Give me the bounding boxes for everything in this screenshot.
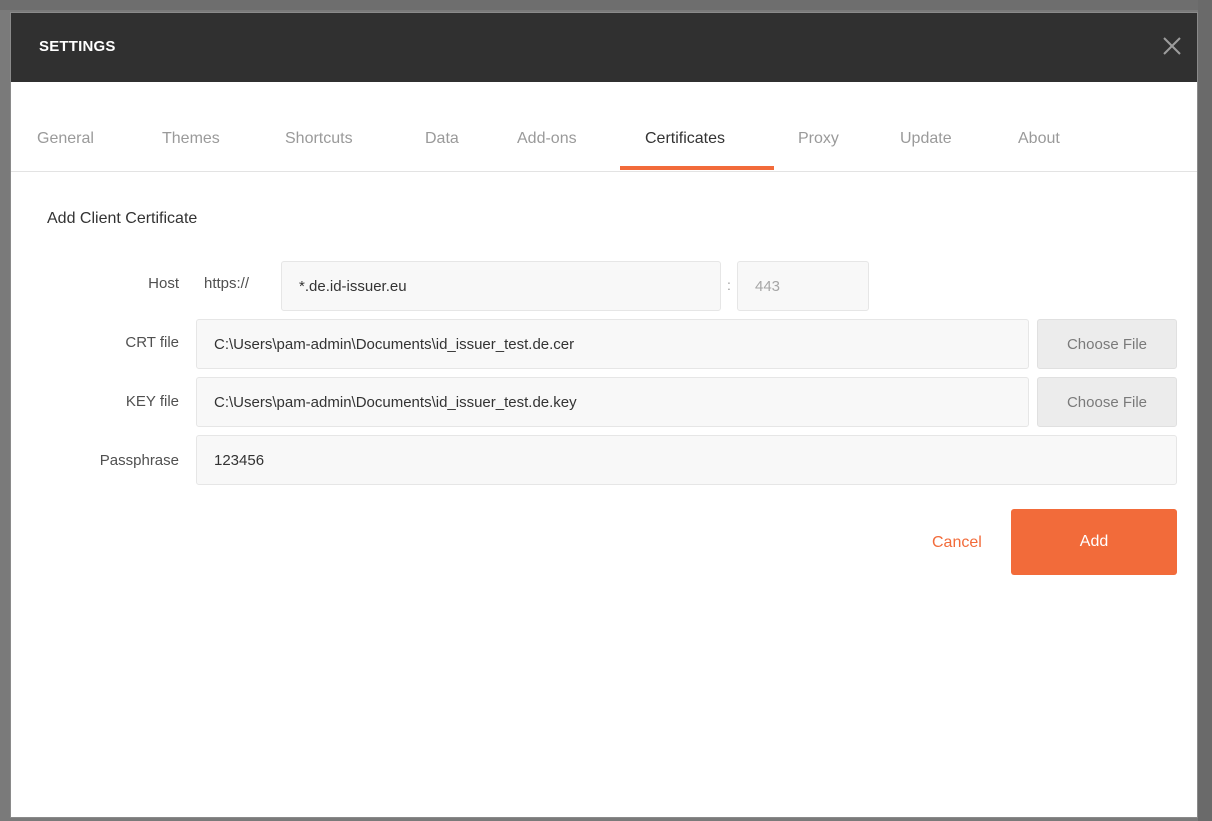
add-button[interactable]: Add xyxy=(1011,509,1177,575)
tab-themes[interactable]: Themes xyxy=(162,130,220,170)
host-input[interactable]: *.de.id-issuer.eu xyxy=(281,261,721,311)
crt-file-input[interactable]: C:\Users\pam-admin\Documents\id_issuer_t… xyxy=(196,319,1029,369)
key-file-input[interactable]: C:\Users\pam-admin\Documents\id_issuer_t… xyxy=(196,377,1029,427)
tab-shortcuts[interactable]: Shortcuts xyxy=(285,130,353,170)
dialog-title: SETTINGS xyxy=(39,38,116,55)
passphrase-input[interactable]: 123456 xyxy=(196,435,1177,485)
tab-data[interactable]: Data xyxy=(425,130,459,170)
close-icon[interactable] xyxy=(1161,35,1183,57)
cancel-button[interactable]: Cancel xyxy=(932,534,982,552)
key-label: KEY file xyxy=(125,393,179,410)
tab-proxy[interactable]: Proxy xyxy=(798,130,839,170)
settings-tabs: General Themes Shortcuts Data Add-ons Ce… xyxy=(11,82,1197,172)
dialog-titlebar: SETTINGS xyxy=(11,13,1197,82)
crt-choose-file-button[interactable]: Choose File xyxy=(1037,319,1177,369)
active-tab-indicator xyxy=(620,166,774,170)
key-choose-file-button[interactable]: Choose File xyxy=(1037,377,1177,427)
tab-about[interactable]: About xyxy=(1018,130,1060,170)
tab-update[interactable]: Update xyxy=(900,130,952,170)
host-label: Host xyxy=(148,275,179,292)
section-title: Add Client Certificate xyxy=(47,210,198,227)
port-separator: : xyxy=(727,277,731,293)
backdrop xyxy=(0,0,1212,10)
settings-dialog: SETTINGS General Themes Shortcuts Data A… xyxy=(10,12,1198,818)
port-input[interactable]: 443 xyxy=(737,261,869,311)
host-prefix: https:// xyxy=(204,275,250,292)
crt-label: CRT file xyxy=(125,334,179,351)
passphrase-label: Passphrase xyxy=(99,452,179,469)
tab-general[interactable]: General xyxy=(37,130,94,170)
backdrop-edge xyxy=(1198,0,1212,821)
tab-certificates[interactable]: Certificates xyxy=(645,130,725,170)
tab-add-ons[interactable]: Add-ons xyxy=(517,130,577,170)
